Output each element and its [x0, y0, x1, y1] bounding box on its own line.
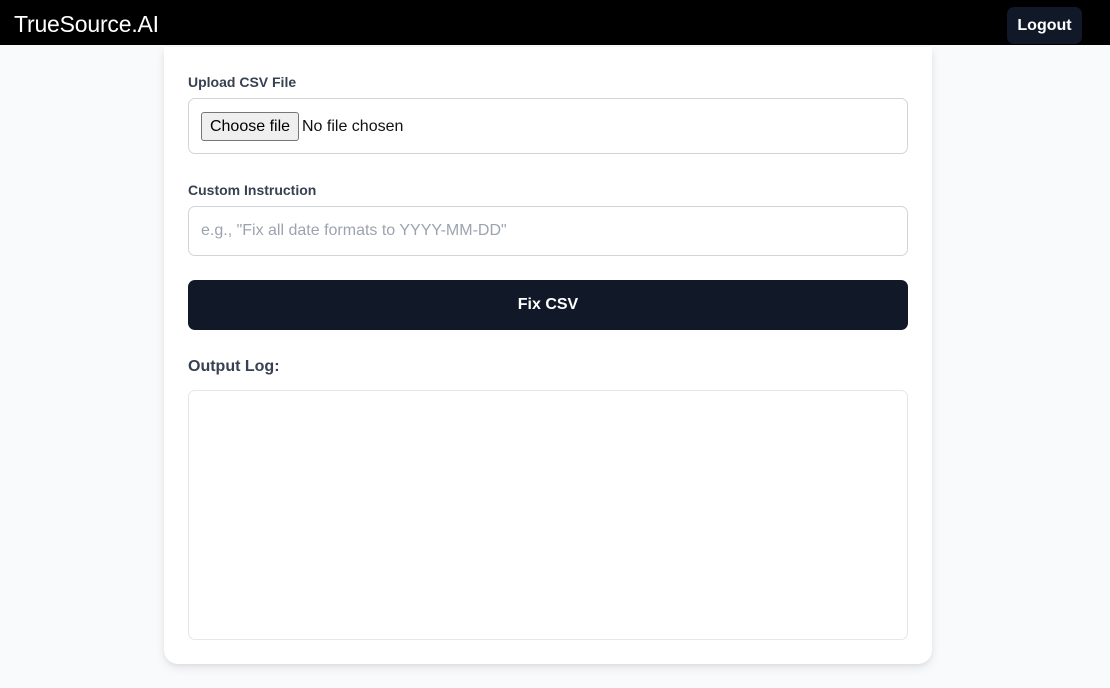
file-upload-field[interactable]: Choose file No file chosen: [188, 98, 908, 154]
upload-csv-label: Upload CSV File: [188, 74, 297, 90]
choose-file-button[interactable]: Choose file: [201, 112, 299, 141]
output-log-label: Output Log:: [188, 358, 280, 375]
custom-instruction-input[interactable]: [188, 206, 908, 256]
brand-logo-text: TrueSource.AI: [14, 11, 159, 37]
top-nav-bar: TrueSource.AI Logout: [0, 0, 1110, 45]
fix-csv-button[interactable]: Fix CSV: [188, 280, 908, 330]
csv-fixer-card: Upload CSV File Choose file No file chos…: [164, 47, 932, 664]
logout-button[interactable]: Logout: [1007, 7, 1082, 44]
output-log-panel[interactable]: [188, 390, 908, 640]
file-status-text: No file chosen: [302, 118, 404, 135]
custom-instruction-label: Custom Instruction: [188, 182, 317, 198]
